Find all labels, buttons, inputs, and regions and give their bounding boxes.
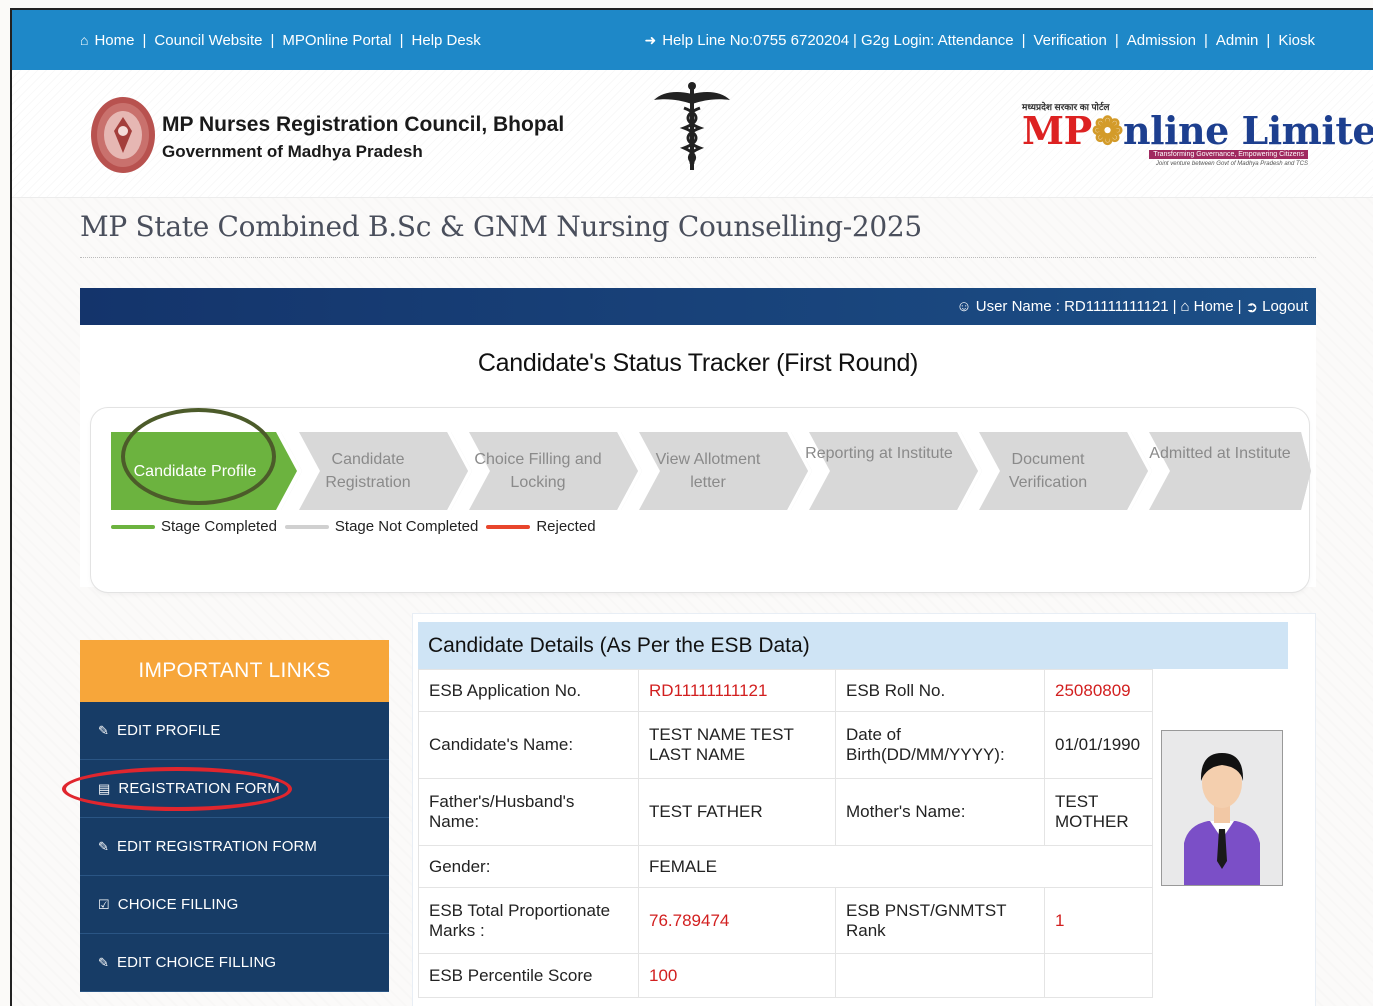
stage-candidate-registration[interactable]: Candidate Registration	[303, 432, 433, 510]
mponline-logo: मध्यप्रदेश सरकार का पोर्टल MP❁nline Limi…	[1022, 100, 1373, 170]
father-name-label: Father's/Husband's Name:	[418, 778, 639, 846]
edit-registration-form-link[interactable]: ✎ EDIT REGISTRATION FORM	[80, 818, 389, 876]
edit-icon: ✎	[98, 722, 109, 738]
id-card-icon: ▤	[98, 780, 111, 796]
percentile-label: ESB Percentile Score	[418, 953, 639, 998]
rank-label: ESB PNST/GNMTST Rank	[835, 887, 1045, 954]
registration-form-label: REGISTRATION FORM	[118, 780, 280, 797]
gender-value: FEMALE	[638, 845, 1153, 888]
marks-value: 76.789474	[638, 887, 836, 954]
edit-choice-filling-label: EDIT CHOICE FILLING	[117, 954, 277, 971]
logout-link[interactable]: Logout	[1262, 298, 1308, 315]
title-divider	[80, 257, 1316, 258]
stage-admitted-at-institute[interactable]: Admitted at Institute	[1147, 432, 1293, 510]
council-name: MP Nurses Registration Council, Bhopal	[162, 113, 565, 136]
esb-roll-no-label: ESB Roll No.	[835, 669, 1045, 712]
edit-profile-label: EDIT PROFILE	[117, 722, 221, 739]
registration-form-link[interactable]: ▤ REGISTRATION FORM	[62, 760, 389, 818]
legend-completed-label: Stage Completed	[161, 518, 277, 535]
candidate-photo	[1161, 730, 1283, 886]
gender-label: Gender:	[418, 845, 639, 888]
mother-name-label: Mother's Name:	[835, 778, 1045, 846]
esb-app-no-value: RD11111111121	[638, 669, 836, 712]
mponline-joint-venture: Joint venture between Govt of Madhya Pra…	[1155, 161, 1308, 167]
tracker-title: Candidate's Status Tracker (First Round)	[477, 349, 919, 377]
important-links-panel: IMPORTANT LINKS ✎ EDIT PROFILE ▤ REGISTR…	[62, 640, 389, 1006]
candidate-details-table: ESB Application No. RD11111111121 ESB Ro…	[418, 669, 1289, 998]
g2g-attendance-link[interactable]: G2g Login: Attendance	[861, 32, 1014, 49]
nav-help-desk-link[interactable]: Help Desk	[412, 32, 481, 49]
home-icon: ⌂	[1180, 298, 1190, 315]
site-header: MP Nurses Registration Council, Bhopal G…	[12, 70, 1373, 198]
mponline-wordmark: MP❁nline Limited	[1022, 108, 1373, 153]
legend-not-completed-swatch	[284, 524, 329, 529]
nav-verification-link[interactable]: Verification	[1033, 32, 1106, 49]
stage-view-allotment-letter[interactable]: View Allotment letter	[643, 432, 773, 510]
nav-admission-link[interactable]: Admission	[1127, 32, 1196, 49]
nav-admin-link[interactable]: Admin	[1216, 32, 1259, 49]
status-tracker-panel: Candidate's Status Tracker (First Round)	[80, 325, 1316, 593]
legend-rejected-label: Rejected	[536, 518, 596, 535]
tracker-card: Candidate Profile Candidate Registration…	[90, 407, 1311, 593]
edit-registration-form-label: EDIT REGISTRATION FORM	[117, 838, 317, 855]
choice-filling-link[interactable]: ☑ CHOICE FILLING	[80, 876, 389, 934]
checkbox-icon: ☑	[98, 896, 110, 912]
rank-value: 1	[1044, 887, 1153, 954]
mponline-strapline: Transforming Governance, Empowering Citi…	[1149, 150, 1308, 159]
nav-council-website-link[interactable]: Council Website	[154, 32, 262, 49]
esb-roll-no-value: 25080809	[1044, 669, 1153, 712]
esb-app-no-label: ESB Application No.	[418, 669, 639, 712]
mother-name-value: TEST MOTHER	[1044, 778, 1153, 846]
dob-value: 01/01/1990	[1044, 711, 1153, 779]
legend-not-completed-label: Stage Not Completed	[334, 518, 479, 535]
choice-filling-label: CHOICE FILLING	[117, 896, 239, 913]
page-frame: ⌂ Home | Council Website | MPOnline Port…	[10, 8, 1373, 1006]
candidate-name-value: TEST NAME TEST LAST NAME	[638, 711, 836, 779]
userbar-home-link[interactable]: Home	[1194, 298, 1234, 315]
nav-mponline-portal-link[interactable]: MPOnline Portal	[282, 32, 391, 49]
stage-candidate-profile[interactable]: Candidate Profile	[115, 432, 275, 510]
user-bar: ☺ User Name : RD11111111121 | ⌂ Home | ➲…	[80, 288, 1316, 325]
stage-choice-filling-locking[interactable]: Choice Filling and Locking	[473, 432, 603, 510]
caduceus-icon	[654, 82, 730, 170]
logout-icon: ➲	[1245, 298, 1259, 316]
stage-reporting-at-institute[interactable]: Reporting at Institute	[801, 432, 957, 510]
helpline-text: Help Line No:0755 6720204	[662, 31, 850, 49]
user-icon: ☺	[956, 298, 972, 315]
legend-rejected-swatch	[486, 524, 531, 529]
user-name-label: User Name : RD11111111121	[975, 298, 1169, 315]
council-subtitle: Government of Madhya Pradesh	[162, 142, 423, 161]
percentile-value: 100	[638, 953, 836, 998]
legend-completed-swatch	[111, 524, 155, 529]
candidate-details-heading: Candidate Details (As Per the ESB Data)	[418, 622, 1288, 669]
candidate-name-label: Candidate's Name:	[418, 711, 639, 779]
home-icon: ⌂	[80, 32, 89, 48]
candidate-details-panel: Candidate Details (As Per the ESB Data) …	[412, 613, 1316, 1006]
marks-label: ESB Total Proportionate Marks :	[418, 887, 639, 954]
edit-icon: ✎	[98, 838, 109, 854]
nav-kiosk-link[interactable]: Kiosk	[1278, 32, 1315, 49]
father-name-value: TEST FATHER	[638, 778, 836, 846]
council-emblem-logo	[91, 97, 155, 173]
top-nav-right: ➜ Help Line No:0755 6720204 | G2g Login:…	[644, 31, 1315, 49]
stage-document-verification[interactable]: Document Verification	[983, 432, 1113, 510]
edit-profile-link[interactable]: ✎ EDIT PROFILE	[80, 702, 389, 760]
important-links-heading: IMPORTANT LINKS	[80, 640, 389, 702]
sign-in-icon: ➜	[644, 31, 657, 48]
avatar-icon	[1162, 731, 1282, 885]
stage-legend: Stage Completed Stage Not Completed Reje…	[111, 518, 604, 535]
nav-home-link[interactable]: Home	[94, 32, 134, 49]
top-navigation: ⌂ Home | Council Website | MPOnline Port…	[12, 10, 1373, 70]
dob-label: Date of Birth(DD/MM/YYYY):	[835, 711, 1045, 779]
page-title: MP State Combined B.Sc & GNM Nursing Cou…	[80, 210, 922, 243]
table-row: ESB Application No. RD11111111121 ESB Ro…	[418, 669, 1289, 712]
edit-choice-filling-link[interactable]: ✎ EDIT CHOICE FILLING	[80, 934, 389, 992]
top-nav-left: ⌂ Home | Council Website | MPOnline Port…	[80, 31, 481, 49]
edit-icon: ✎	[98, 954, 109, 970]
